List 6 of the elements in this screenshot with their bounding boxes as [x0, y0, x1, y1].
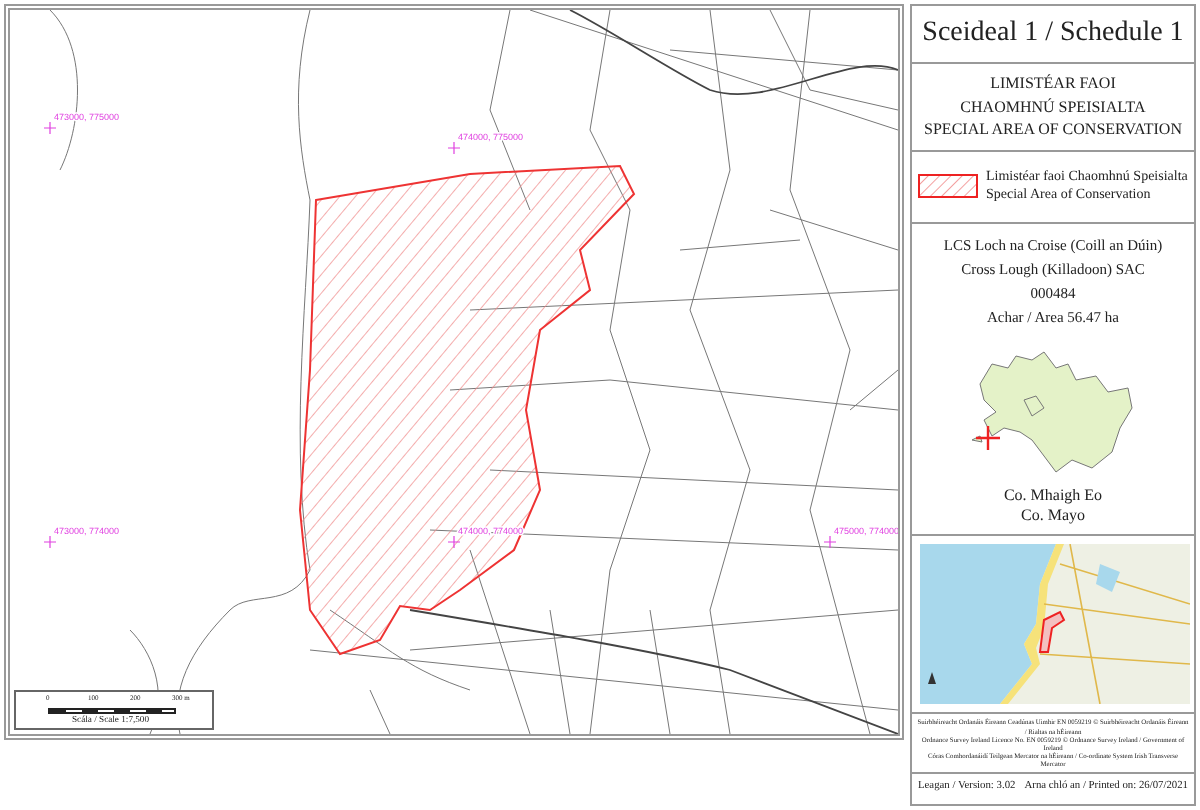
designation-text: CHAOMHNÚ SPEISIALTA	[958, 95, 1148, 119]
county-name: Co. Mhaigh Eo	[1001, 485, 1105, 507]
designation-text: SPECIAL AREA OF CONSERVATION	[922, 118, 1184, 142]
designation-text: LIMISTÉAR FAOI	[988, 72, 1118, 96]
schedule-title: Sceideal 1 / Schedule 1	[912, 6, 1194, 64]
county-name: Co. Mayo	[1019, 506, 1087, 527]
